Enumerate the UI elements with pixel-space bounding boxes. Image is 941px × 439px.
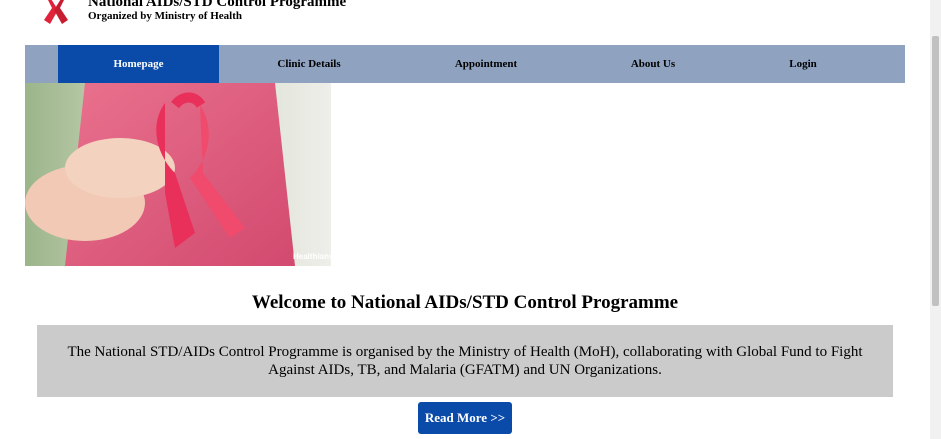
red-ribbon-icon [38, 0, 74, 30]
nav-homepage[interactable]: Homepage [58, 45, 219, 83]
scrollbar-thumb[interactable] [932, 36, 939, 306]
nav-login[interactable]: Login [725, 45, 881, 83]
nav-about-us[interactable]: About Us [575, 45, 731, 83]
nav-appointment[interactable]: Appointment [408, 45, 564, 83]
read-more-button[interactable]: Read More >> [418, 402, 512, 434]
hero-watermark: Healthians [293, 252, 331, 261]
intro-box: The National STD/AIDs Control Programme … [37, 325, 893, 397]
hero-image: Healthians [25, 83, 331, 266]
intro-text: The National STD/AIDs Control Programme … [67, 344, 863, 378]
main-navigation: Homepage Clinic Details Appointment Abou… [25, 45, 905, 83]
page-scrollbar[interactable] [930, 0, 941, 439]
welcome-heading: Welcome to National AIDs/STD Control Pro… [251, 292, 679, 313]
organization-subtitle: Organized by Ministry of Health [88, 10, 242, 22]
nav-clinic-details[interactable]: Clinic Details [230, 45, 388, 83]
